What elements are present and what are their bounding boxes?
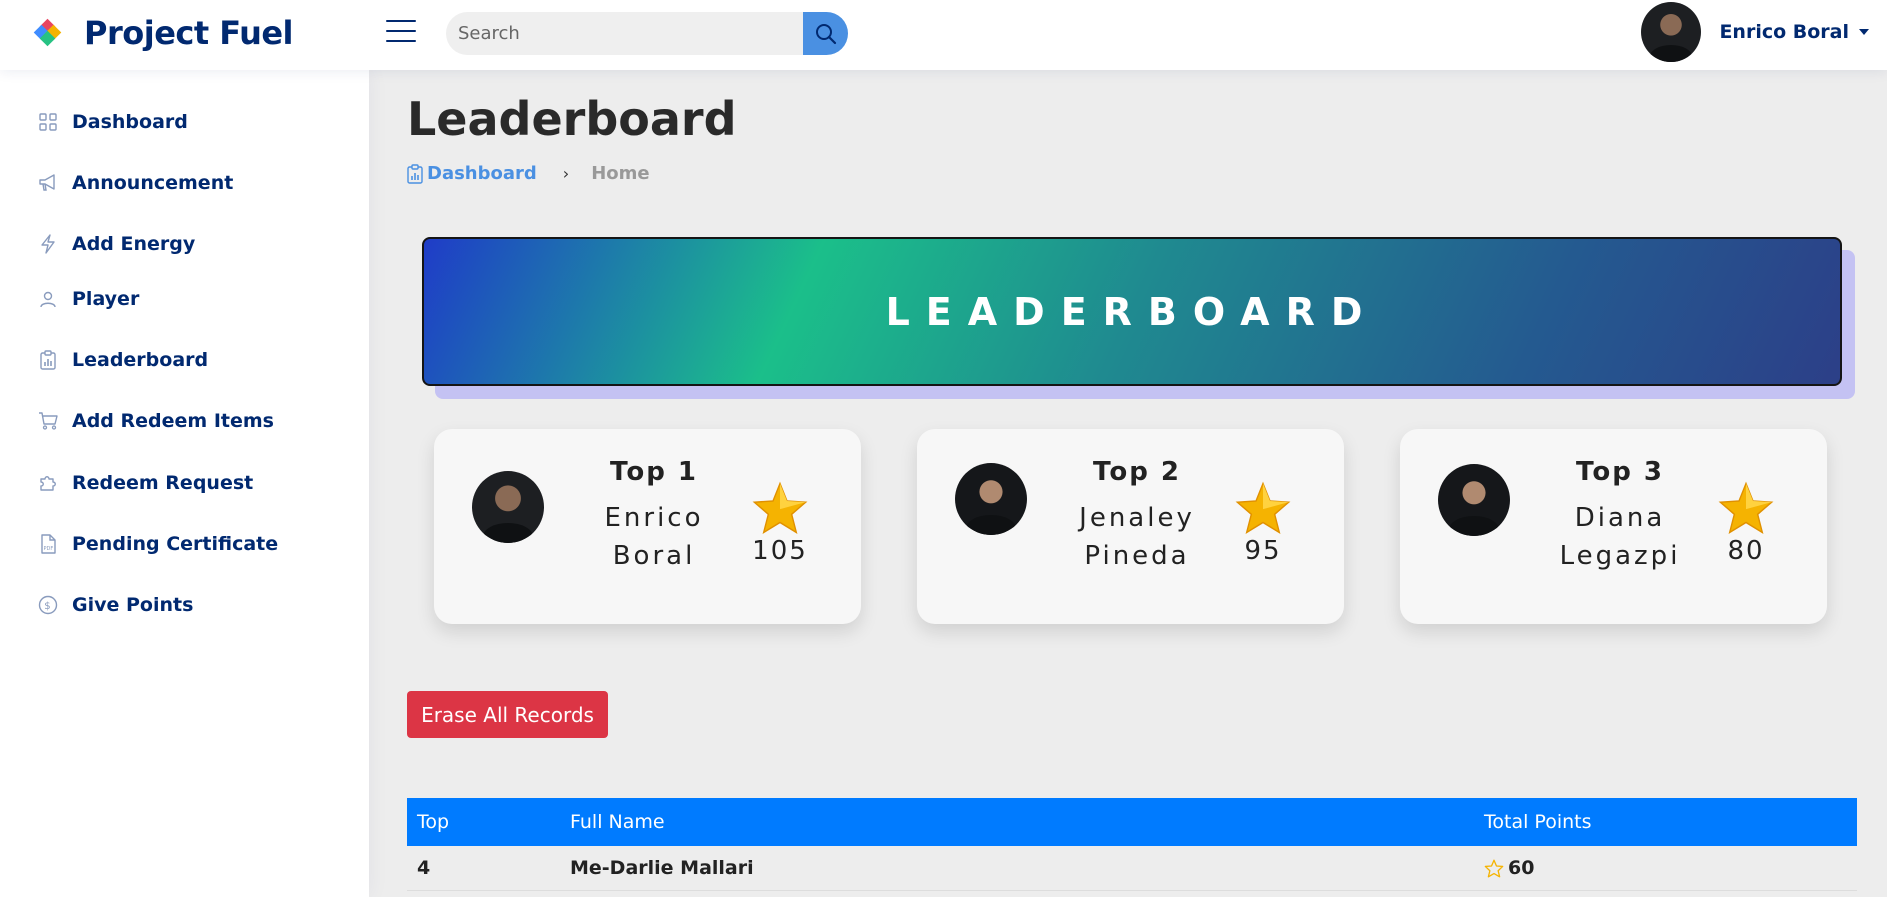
table-row: 4 Me-Darlie Mallari 60 [407, 846, 1857, 891]
breadcrumb-separator: › [562, 164, 570, 183]
lightning-icon [38, 234, 58, 254]
star-icon [1718, 481, 1774, 535]
player-name: Enrico Boral [564, 499, 744, 575]
search-input[interactable] [446, 12, 803, 55]
breadcrumb-dashboard-link[interactable]: Dashboard [407, 163, 537, 184]
sidebar-item-redeem-request[interactable]: Redeem Request [38, 472, 253, 494]
cell-top: 4 [417, 857, 431, 879]
leaderboard-table: Top Full Name Total Points 4 Me-Darlie M… [407, 798, 1857, 891]
sidebar-item-dashboard[interactable]: Dashboard [38, 111, 188, 133]
leaderboard-banner: LEADERBOARD [422, 237, 1842, 386]
svg-text:PDF: PDF [44, 546, 54, 552]
sidebar-item-add-energy[interactable]: Add Energy [38, 233, 195, 255]
column-header-top: Top [417, 811, 450, 833]
sidebar-item-leaderboard[interactable]: Leaderboard [38, 349, 208, 371]
coin-icon: $ [38, 595, 58, 615]
clipboard-chart-icon [407, 163, 423, 184]
search-bar [446, 12, 848, 55]
profile-name: Enrico Boral [1719, 21, 1849, 43]
star-icon [1235, 481, 1291, 535]
sidebar-item-label: Player [72, 288, 140, 310]
rank-label: Top 2 [1093, 457, 1181, 487]
player-first-name: Enrico [604, 503, 704, 533]
player-name: Diana Legazpi [1530, 499, 1710, 575]
profile-dropdown[interactable]: Enrico Boral [1641, 2, 1869, 62]
rank-label: Top 3 [1576, 457, 1664, 487]
sidebar-item-announcement[interactable]: Announcement [38, 172, 233, 194]
sidebar-item-label: Add Energy [72, 233, 196, 255]
player-last-name: Boral [612, 541, 696, 571]
cell-total-points: 60 [1484, 857, 1857, 879]
avatar [1438, 464, 1510, 536]
sidebar: Dashboard Announcement Add Energy Player… [0, 70, 369, 897]
sidebar-item-label: Give Points [72, 594, 194, 616]
star-icon [752, 481, 808, 535]
sidebar-item-label: Redeem Request [72, 472, 254, 494]
points-value: 60 [1508, 857, 1535, 879]
svg-text:$: $ [44, 601, 50, 612]
player-points: 80 [1727, 536, 1765, 566]
breadcrumb-link-label: Dashboard [427, 163, 537, 184]
logo-icon [33, 18, 62, 47]
search-icon [815, 23, 836, 44]
megaphone-icon [38, 173, 58, 193]
logo[interactable]: Project Fuel [33, 14, 294, 52]
avatar [472, 471, 544, 543]
grid-icon [38, 112, 58, 132]
column-header-total-points: Total Points [1484, 811, 1592, 833]
player-points: 105 [752, 536, 808, 566]
top-header: Project Fuel Enrico Boral [0, 0, 1887, 70]
sidebar-item-label: Announcement [72, 172, 234, 194]
puzzle-icon [38, 473, 58, 493]
erase-all-records-button[interactable]: Erase All Records [407, 691, 608, 738]
top-player-card-3: Top 3 Diana Legazpi 80 [1400, 429, 1827, 624]
sidebar-item-label: Leaderboard [72, 349, 209, 371]
player-first-name: Jenaley [1079, 503, 1195, 533]
person-icon [38, 289, 58, 309]
breadcrumb-current: Home [591, 163, 650, 184]
player-last-name: Pineda [1084, 541, 1190, 571]
sidebar-item-pending-certificate[interactable]: PDF Pending Certificate [38, 533, 278, 555]
cart-icon [38, 411, 58, 431]
search-button[interactable] [803, 12, 848, 55]
sidebar-item-label: Dashboard [72, 111, 188, 133]
sidebar-item-give-points[interactable]: $ Give Points [38, 594, 193, 616]
avatar [955, 463, 1027, 535]
player-first-name: Diana [1574, 503, 1666, 533]
column-header-full-name: Full Name [570, 811, 665, 833]
app-title: Project Fuel [84, 14, 294, 52]
top-player-card-1: Top 1 Enrico Boral 105 [434, 429, 861, 624]
sidebar-item-label: Add Redeem Items [72, 410, 274, 432]
page-title: Leaderboard [407, 92, 737, 146]
banner-title: LEADERBOARD [885, 289, 1379, 334]
pdf-file-icon: PDF [38, 534, 58, 554]
hamburger-menu-icon[interactable] [386, 20, 416, 44]
top-player-card-2: Top 2 Jenaley Pineda 95 [917, 429, 1344, 624]
player-last-name: Legazpi [1559, 541, 1681, 571]
breadcrumb: Dashboard › Home [407, 163, 650, 184]
star-outline-icon [1484, 859, 1504, 877]
chevron-down-icon [1859, 29, 1869, 35]
sidebar-item-add-redeem-items[interactable]: Add Redeem Items [38, 410, 274, 432]
clipboard-chart-icon [38, 350, 58, 370]
table-header-row: Top Full Name Total Points [407, 798, 1857, 846]
player-points: 95 [1244, 536, 1282, 566]
avatar [1641, 2, 1702, 62]
sidebar-item-label: Pending Certificate [72, 533, 279, 555]
player-name: Jenaley Pineda [1047, 499, 1227, 575]
sidebar-item-player[interactable]: Player [38, 288, 139, 310]
cell-full-name: Me-Darlie Mallari [570, 857, 754, 879]
rank-label: Top 1 [610, 457, 698, 487]
